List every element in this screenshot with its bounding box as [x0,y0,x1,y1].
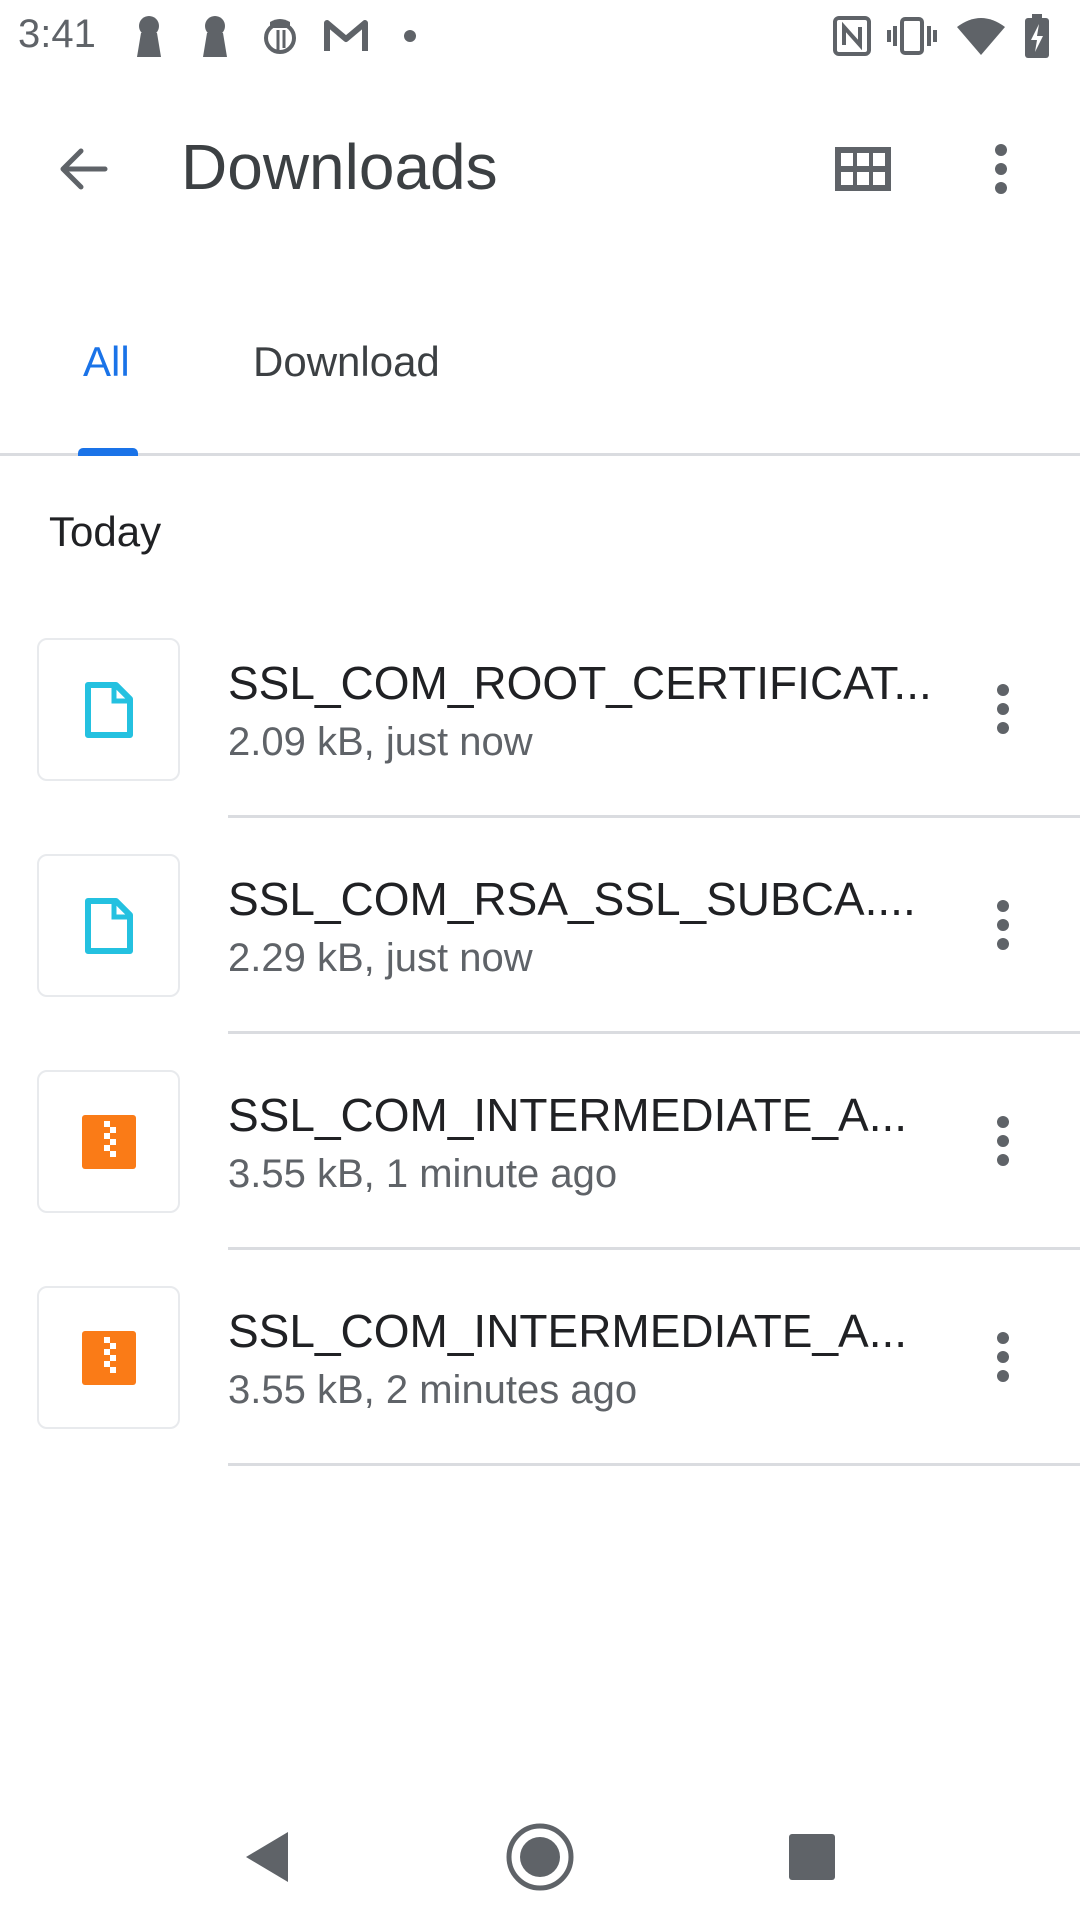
divider [228,1247,1080,1250]
keyhole-icon [198,14,232,58]
file-meta: 3.55 kB, 2 minutes ago [228,1368,638,1412]
back-button[interactable] [40,126,126,212]
more-vert-icon [997,1116,1009,1166]
list-item[interactable]: SSL_COM_RSA_SSL_SUBCA.... 2.29 kB, just … [0,836,1080,1053]
nav-home-icon [506,1823,574,1891]
item-more-button[interactable] [960,1098,1046,1184]
tab-download[interactable]: Download [253,338,440,386]
more-vert-icon [997,900,1009,950]
file-meta: 3.55 kB, 1 minute ago [228,1152,618,1196]
archive-icon [81,1114,136,1169]
item-more-button[interactable] [960,882,1046,968]
file-meta: 2.09 kB, just now [228,720,533,764]
file-name: SSL_COM_INTERMEDIATE_A... [228,1089,908,1141]
tab-all[interactable]: All [83,338,130,386]
dot-icon [400,14,420,58]
divider [228,1031,1080,1034]
status-time: 3:41 [18,12,96,56]
divider [228,1463,1080,1466]
status-bar: 3:41 [0,0,1080,74]
file-thumbnail [37,854,180,997]
divider [228,815,1080,818]
nytimes-icon [260,14,300,58]
file-name: SSL_COM_ROOT_CERTIFICAT... [228,657,932,709]
battery-charging-icon [1022,14,1052,58]
file-name: SSL_COM_INTERMEDIATE_A... [228,1305,908,1357]
nfc-icon [830,14,874,58]
vibrate-icon [886,14,938,58]
nav-recents-button[interactable] [767,1812,857,1902]
item-more-button[interactable] [960,1314,1046,1400]
grid-view-button[interactable] [820,126,906,212]
app-bar: Downloads [0,74,1080,264]
system-nav-bar [0,1792,1080,1920]
tab-bar: All Download [0,264,1080,456]
file-name: SSL_COM_RSA_SSL_SUBCA.... [228,873,916,925]
page-title: Downloads [181,131,498,203]
item-more-button[interactable] [960,666,1046,752]
file-meta: 2.29 kB, just now [228,936,533,980]
keyhole-icon [132,14,166,58]
list-item[interactable]: SSL_COM_INTERMEDIATE_A... 3.55 kB, 2 min… [0,1268,1080,1485]
nav-back-button[interactable] [222,1812,312,1902]
arrow-back-icon [60,148,108,190]
document-icon [84,681,133,738]
more-options-button[interactable] [958,126,1044,212]
list-item[interactable]: SSL_COM_ROOT_CERTIFICAT... 2.09 kB, just… [0,620,1080,837]
archive-icon [81,1330,136,1385]
list-item[interactable]: SSL_COM_INTERMEDIATE_A... 3.55 kB, 1 min… [0,1052,1080,1269]
file-thumbnail [37,1286,180,1429]
nav-home-button[interactable] [495,1812,585,1902]
nav-recents-icon [789,1834,835,1880]
file-thumbnail [37,1070,180,1213]
file-thumbnail [37,638,180,781]
more-vert-icon [997,1332,1009,1382]
tab-indicator [78,448,138,456]
grid-view-icon [835,147,891,191]
document-icon [84,897,133,954]
more-vert-icon [997,684,1009,734]
section-header: Today [49,508,162,555]
more-vert-icon [995,144,1007,194]
nav-back-icon [246,1832,288,1882]
gmail-icon [322,14,370,58]
wifi-icon [956,14,1006,58]
